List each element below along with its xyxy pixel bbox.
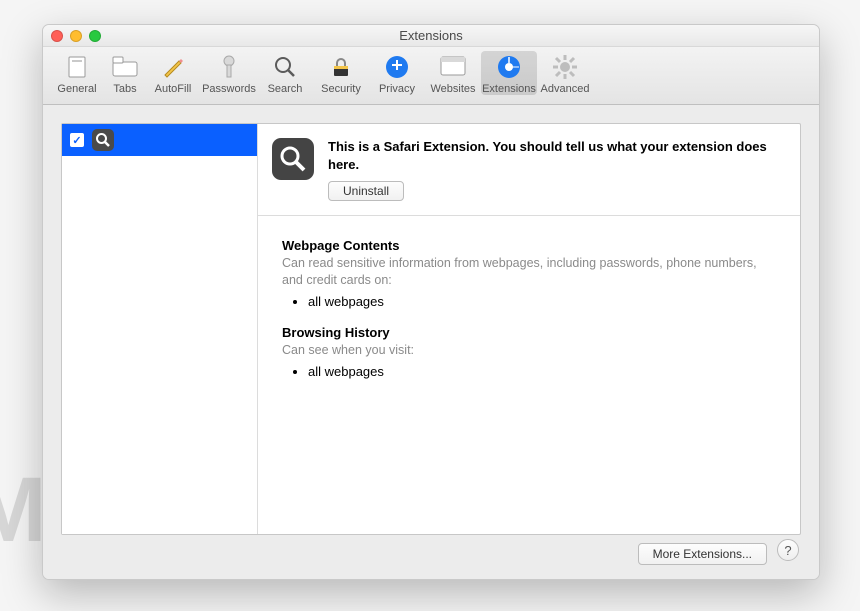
- browsing-history-heading: Browsing History: [282, 325, 776, 340]
- more-extensions-button[interactable]: More Extensions...: [638, 543, 767, 565]
- privacy-icon: [382, 53, 412, 81]
- lock-icon: [326, 53, 356, 81]
- tab-label: General: [49, 83, 105, 95]
- extension-large-icon: [272, 138, 314, 180]
- general-icon: [62, 53, 92, 81]
- tab-label: Passwords: [201, 83, 257, 95]
- key-icon: [214, 53, 244, 81]
- tab-extensions[interactable]: Extensions: [481, 51, 537, 95]
- tab-label: Security: [313, 83, 369, 95]
- help-button[interactable]: ?: [777, 539, 799, 561]
- tab-label: Advanced: [537, 83, 593, 95]
- tab-search[interactable]: Search: [257, 51, 313, 95]
- tab-label: Privacy: [369, 83, 425, 95]
- tab-tabs[interactable]: Tabs: [105, 51, 145, 95]
- titlebar: Extensions: [43, 25, 819, 47]
- tab-label: Tabs: [105, 83, 145, 95]
- browsing-history-item: all webpages: [308, 363, 776, 381]
- tab-passwords[interactable]: Passwords: [201, 51, 257, 95]
- tab-label: Search: [257, 83, 313, 95]
- tab-autofill[interactable]: AutoFill: [145, 51, 201, 95]
- webpage-contents-text: Can read sensitive information from webp…: [282, 255, 776, 289]
- tab-label: AutoFill: [145, 83, 201, 95]
- extension-row[interactable]: ✓: [62, 124, 257, 156]
- window-footer: More Extensions... ?: [638, 535, 799, 565]
- websites-icon: [438, 53, 468, 81]
- preferences-window: Extensions General Tabs AutoFill Passwor…: [42, 24, 820, 580]
- tabs-icon: [110, 53, 140, 81]
- extension-detail: This is a Safari Extension. You should t…: [258, 124, 800, 534]
- search-icon: [270, 53, 300, 81]
- browsing-history-text: Can see when you visit:: [282, 342, 776, 359]
- permissions-section: Webpage Contents Can read sensitive info…: [258, 216, 800, 417]
- gear-icon: [550, 53, 580, 81]
- webpage-contents-heading: Webpage Contents: [282, 238, 776, 253]
- extension-avatar-icon: [92, 129, 114, 151]
- window-title: Extensions: [399, 28, 463, 43]
- tab-advanced[interactable]: Advanced: [537, 51, 593, 95]
- webpage-contents-item: all webpages: [308, 293, 776, 311]
- extension-description: This is a Safari Extension. You should t…: [328, 138, 786, 173]
- extensions-panel: ✓ This is a Safari Extension. You should…: [61, 123, 801, 535]
- autofill-icon: [158, 53, 188, 81]
- tab-privacy[interactable]: Privacy: [369, 51, 425, 95]
- tab-label: Websites: [425, 83, 481, 95]
- extension-checkbox[interactable]: ✓: [70, 133, 84, 147]
- extensions-list: ✓: [62, 124, 258, 534]
- close-icon[interactable]: [51, 30, 63, 42]
- extensions-icon: [494, 53, 524, 81]
- zoom-icon[interactable]: [89, 30, 101, 42]
- tab-label: Extensions: [481, 83, 537, 95]
- minimize-icon[interactable]: [70, 30, 82, 42]
- content-area: ✓ This is a Safari Extension. You should…: [43, 105, 819, 579]
- detail-header: This is a Safari Extension. You should t…: [258, 124, 800, 216]
- tab-general[interactable]: General: [49, 51, 105, 95]
- uninstall-button[interactable]: Uninstall: [328, 181, 404, 201]
- window-controls: [51, 30, 101, 42]
- preferences-toolbar: General Tabs AutoFill Passwords Search: [43, 47, 819, 105]
- tab-websites[interactable]: Websites: [425, 51, 481, 95]
- tab-security[interactable]: Security: [313, 51, 369, 95]
